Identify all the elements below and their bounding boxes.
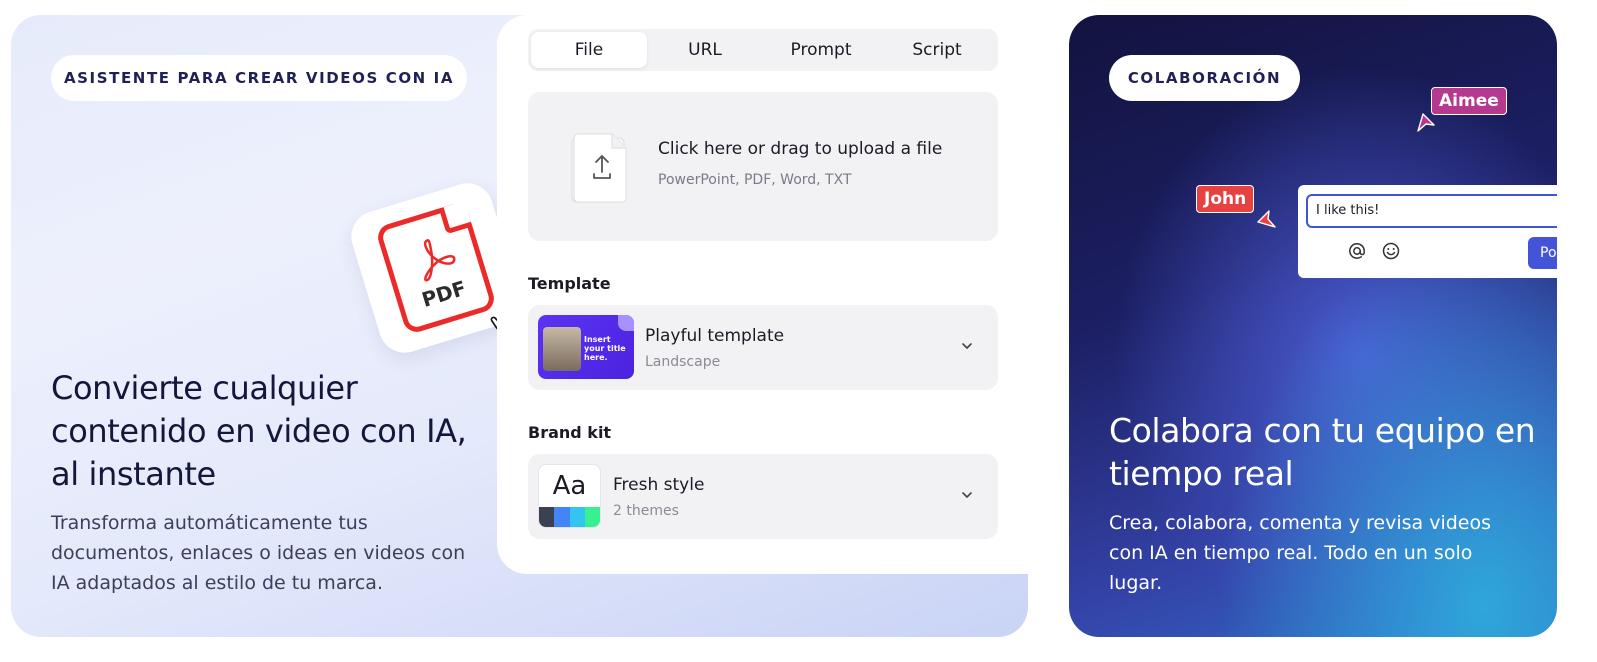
tab-prompt[interactable]: Prompt — [763, 32, 879, 68]
upload-formats: PowerPoint, PDF, Word, TXT — [658, 172, 852, 188]
brand-font-sample: Aa — [552, 471, 587, 501]
file-upload-dropzone[interactable]: Click here or drag to upload a file Powe… — [528, 92, 998, 241]
brand-kit-name: Fresh style — [613, 475, 705, 495]
brand-kit-label: Brand kit — [528, 423, 612, 442]
brand-kit-themes: 2 themes — [613, 503, 679, 519]
right-card-title: Colabora con tu equipo en tiempo real — [1109, 411, 1536, 493]
video-creation-form: File URL Prompt Script Click here or dra… — [497, 15, 1028, 574]
at-icon[interactable] — [1347, 241, 1367, 261]
thumb-title: Insert your title here. — [584, 335, 626, 362]
template-thumbnail: Insert your title here. — [538, 315, 634, 379]
upload-icon — [571, 133, 627, 203]
template-name: Playful template — [645, 326, 785, 346]
template-orientation: Landscape — [645, 354, 721, 370]
right-card-description: Crea, colabora, comenta y revisa videos … — [1109, 512, 1491, 594]
comment-box: I like this! Po — [1298, 185, 1557, 278]
cursor-arrow-icon — [1257, 210, 1276, 228]
brand-kit-select[interactable]: Aa Fresh style 2 themes — [528, 454, 998, 539]
left-card-description: Transforma automáticamente tus documento… — [51, 512, 466, 594]
post-button[interactable]: Po — [1528, 237, 1557, 269]
swatch — [569, 507, 585, 527]
source-tabs: File URL Prompt Script — [528, 29, 998, 71]
tab-file[interactable]: File — [531, 32, 647, 68]
swatch — [584, 507, 600, 527]
collaboration-badge: COLABORACIÓN — [1109, 55, 1300, 101]
template-label: Template — [528, 274, 611, 293]
template-select[interactable]: Insert your title here. Playful template… — [528, 305, 998, 390]
cursor-tag-john: John — [1196, 185, 1255, 213]
cursor-arrow-icon — [1417, 113, 1435, 132]
assistant-badge: ASISTENTE PARA CREAR VIDEOS CON IA — [51, 55, 467, 101]
thumb-corner — [618, 315, 634, 331]
smiley-icon[interactable] — [1381, 241, 1401, 261]
upload-title: Click here or drag to upload a file — [658, 139, 943, 159]
tab-url[interactable]: URL — [647, 32, 763, 68]
collaboration-card: COLABORACIÓN Aimee John I like this! Po … — [1069, 15, 1557, 637]
chevron-down-icon — [962, 492, 972, 498]
thumb-photo — [543, 327, 581, 371]
cursor-tag-aimee: Aimee — [1431, 87, 1507, 115]
comment-input[interactable]: I like this! — [1306, 194, 1557, 228]
swatch — [539, 507, 555, 527]
brand-kit-thumbnail: Aa — [538, 464, 601, 528]
pdf-icon: PDF — [374, 200, 498, 336]
chevron-down-icon — [962, 343, 972, 349]
swatch — [554, 507, 570, 527]
left-card-title: Convierte cualquier contenido en video c… — [51, 369, 467, 493]
tab-script[interactable]: Script — [879, 32, 995, 68]
brand-swatches — [539, 507, 600, 527]
